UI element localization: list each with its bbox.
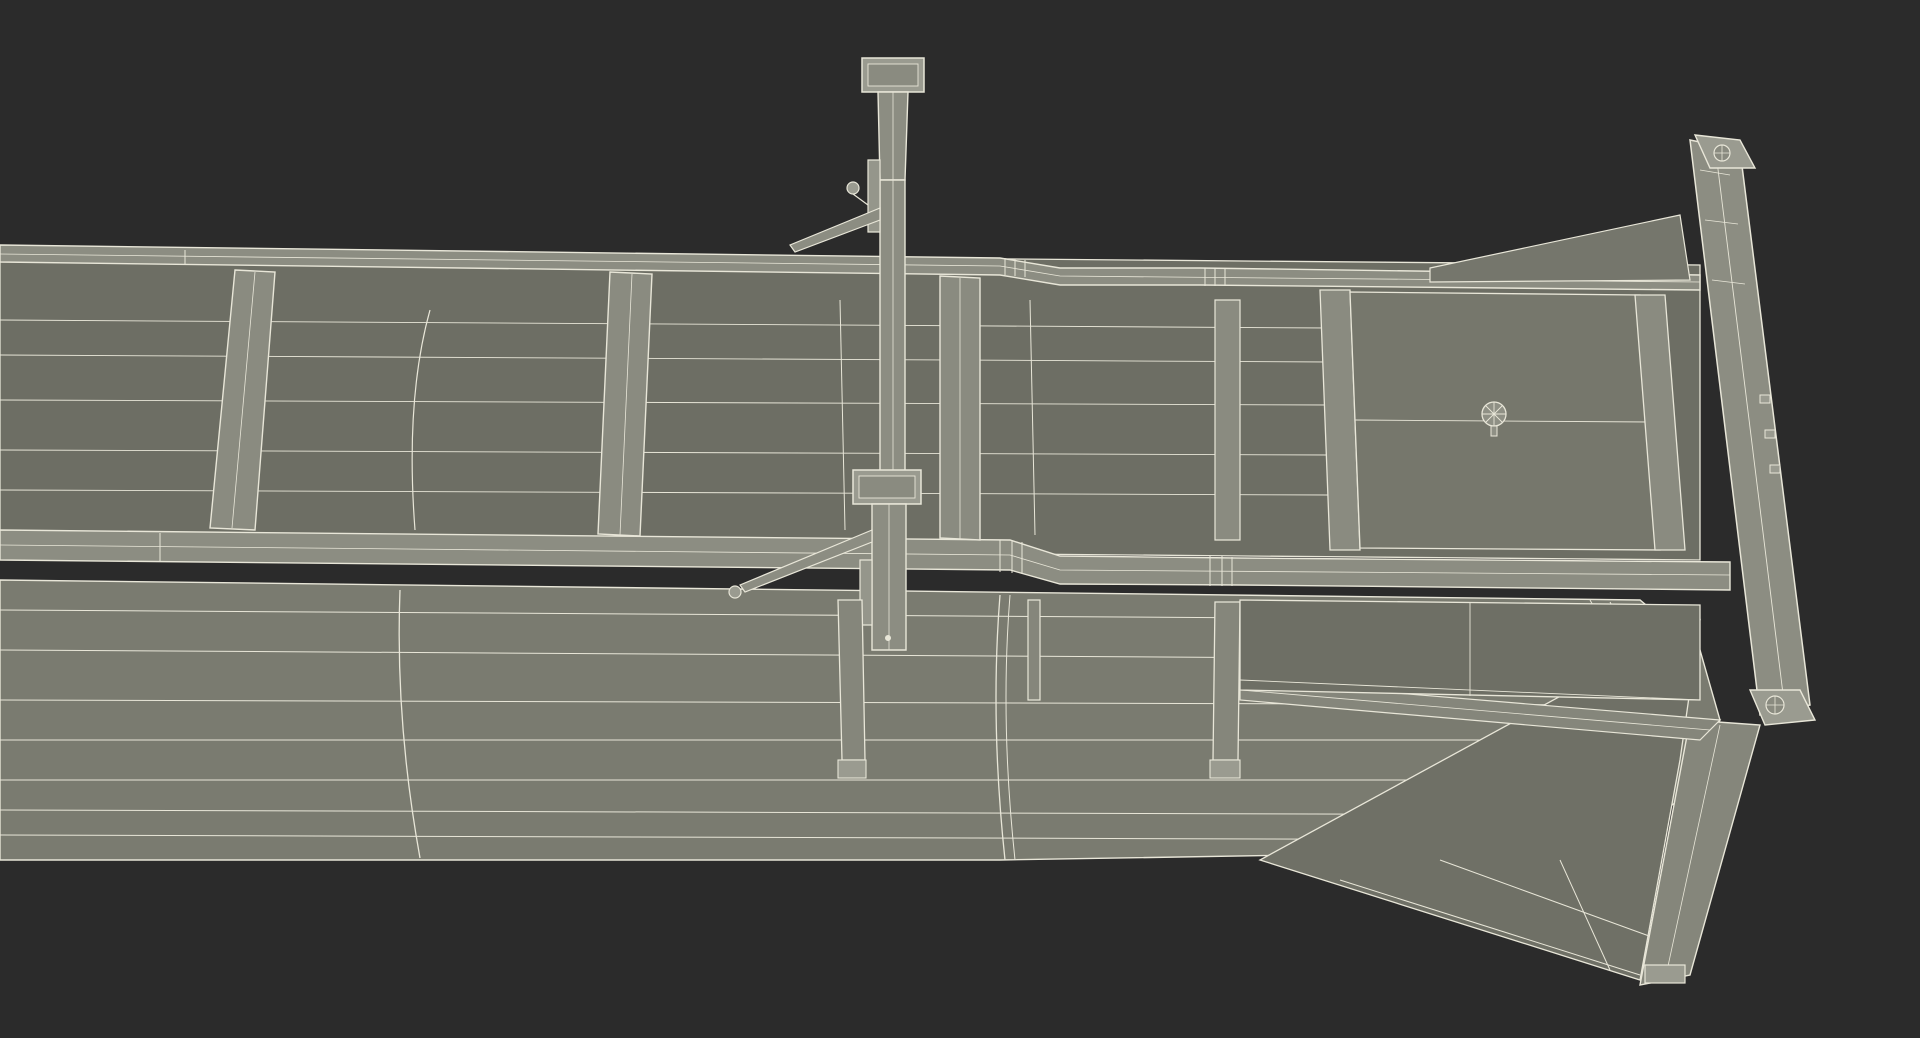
tank-trailer-wireframe [0,0,1920,1038]
rear-hatch-bay [1319,289,1686,551]
side-compartment [1239,599,1701,701]
bracket-2 [1764,429,1776,439]
bracket-3 [1769,464,1781,474]
bracket-1 [1759,394,1771,404]
foot-plate [1644,964,1686,984]
handle-knob-far [846,181,860,195]
handle-knob-near [728,585,742,599]
leg-foot-2 [1209,759,1241,779]
wireframe-render-viewport [0,0,1920,1038]
leg-foot-1 [837,759,867,779]
